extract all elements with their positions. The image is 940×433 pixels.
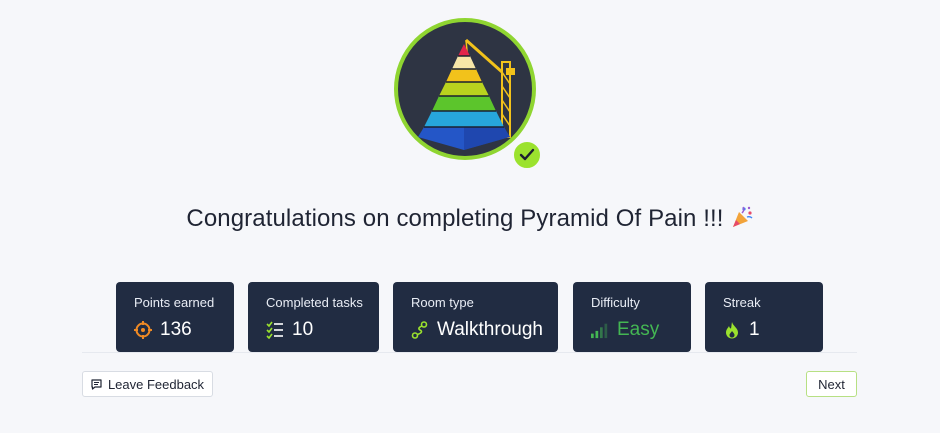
- points-label: Points earned: [134, 295, 215, 310]
- route-icon: [411, 321, 429, 339]
- difficulty-value: Easy: [617, 319, 660, 340]
- next-label: Next: [818, 376, 845, 392]
- room-badge: [394, 18, 546, 174]
- difficulty-label: Difficulty: [591, 295, 640, 310]
- room-type-card: Room type Walkthrough: [393, 282, 558, 352]
- tasks-value: 10: [292, 319, 314, 340]
- next-button[interactable]: Next: [806, 371, 857, 397]
- checkmark-icon: [511, 139, 543, 171]
- points-value: 136: [160, 319, 192, 340]
- points-earned-card: Points earned 136: [116, 282, 234, 352]
- tasks-value-row: 10: [266, 319, 379, 341]
- pyramid-badge-icon: [394, 18, 536, 160]
- page-title: Congratulations on completing Pyramid Of…: [0, 205, 940, 236]
- target-icon: [134, 321, 152, 339]
- room-type-label: Room type: [411, 295, 474, 310]
- flame-icon: [723, 321, 741, 339]
- room-type-value: Walkthrough: [437, 319, 543, 340]
- streak-label: Streak: [723, 295, 761, 310]
- divider: [82, 352, 857, 353]
- streak-value: 1: [749, 319, 760, 340]
- tasks-checklist-icon: [266, 321, 284, 339]
- points-value-row: 136: [134, 319, 234, 341]
- title-text: Congratulations on completing Pyramid Of…: [186, 205, 724, 232]
- difficulty-value-row: Easy: [591, 319, 691, 341]
- tasks-label: Completed tasks: [266, 295, 363, 310]
- leave-feedback-button[interactable]: Leave Feedback: [82, 371, 213, 397]
- streak-value-row: 1: [723, 319, 823, 341]
- feedback-icon: [91, 378, 102, 390]
- difficulty-card: Difficulty Easy: [573, 282, 691, 352]
- completed-tasks-card: Completed tasks 10: [248, 282, 379, 352]
- streak-card: Streak 1: [705, 282, 823, 352]
- party-popper-icon: [730, 205, 754, 236]
- signal-bars-icon: [591, 321, 609, 339]
- room-type-value-row: Walkthrough: [411, 319, 558, 341]
- leave-feedback-label: Leave Feedback: [107, 376, 205, 392]
- stats-row: Points earned 136 Completed tasks 10 Roo…: [0, 282, 940, 352]
